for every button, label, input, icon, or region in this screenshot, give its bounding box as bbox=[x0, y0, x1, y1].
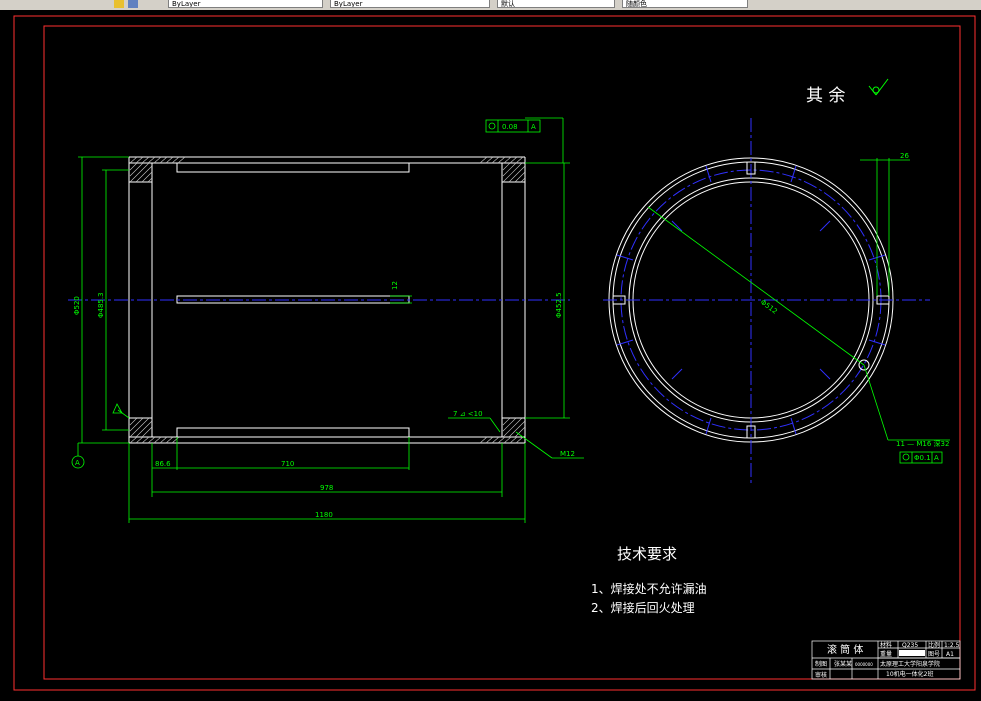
weld-note: 7 ⊿ <10 bbox=[453, 410, 483, 418]
requirement-1: 1、焊接处不允许漏油 bbox=[591, 581, 707, 596]
right-dim-texts: 26 Φ512 11 — M16 深32 Φ0.1 A bbox=[759, 152, 950, 462]
position-tol-datum: A bbox=[934, 454, 939, 462]
left-dimensions bbox=[71, 117, 584, 523]
material-label: 材料 bbox=[880, 641, 892, 649]
dim-slot-width: 12 bbox=[391, 281, 399, 290]
dim-right-dia: Φ452.5 bbox=[555, 292, 563, 318]
title-block-texts: 滚 筒 体 材料 Q235 比例 1:2.5 重量 图号 A1 制图 张某某 0… bbox=[815, 641, 960, 679]
dim-inner-dia: Φ485.3 bbox=[97, 292, 105, 318]
sheet-label: 图号 bbox=[928, 651, 940, 658]
cad-drawing[interactable]: 其 余 0.08 A A Φ520 Φ485.3 Φ452.5 12 86.6 … bbox=[0, 10, 981, 697]
sheet-value: A1 bbox=[946, 651, 954, 658]
layer-previous-icon[interactable] bbox=[128, 0, 138, 8]
material-value: Q235 bbox=[902, 642, 918, 649]
designer-name: 张某某 bbox=[834, 660, 852, 668]
datum-a-label: A bbox=[75, 459, 80, 467]
thread-note-m12: M12 bbox=[560, 450, 575, 458]
dim-86-6: 86.6 bbox=[155, 460, 171, 468]
drawing-canvas[interactable]: 其 余 0.08 A A Φ520 Φ485.3 Φ452.5 12 86.6 … bbox=[0, 10, 981, 697]
reviewer-label: 审核 bbox=[815, 671, 827, 679]
dim-outer-dia: Φ520 bbox=[73, 296, 81, 315]
roughness-symbol-icon bbox=[868, 78, 889, 96]
dim-710: 710 bbox=[281, 460, 294, 468]
layer-combobox[interactable]: ByLayer bbox=[168, 0, 323, 8]
part-name: 滚 筒 体 bbox=[827, 643, 863, 656]
lineweight-combobox[interactable]: 默认 bbox=[497, 0, 615, 8]
scale-value: 1:2.5 bbox=[944, 642, 960, 649]
right-dimensions bbox=[647, 158, 950, 464]
flatness-datum: A bbox=[531, 123, 536, 131]
plotstyle-combobox[interactable]: 随颜色 bbox=[622, 0, 748, 8]
dim-26: 26 bbox=[900, 152, 909, 160]
roughness-note: 其 余 bbox=[806, 86, 845, 106]
class-name: 10机电一体化2班 bbox=[886, 670, 933, 678]
position-tol-value: Φ0.1 bbox=[914, 454, 931, 462]
designer-label: 制图 bbox=[815, 660, 827, 668]
outer-frame bbox=[13, 15, 976, 691]
layer-state-icon[interactable] bbox=[114, 0, 124, 8]
drawing-id: 0000000 bbox=[855, 662, 873, 667]
scale-label: 比例 bbox=[928, 641, 940, 649]
school-name: 太原理工大学阳泉学院 bbox=[880, 660, 940, 668]
weight-field-fill bbox=[899, 650, 925, 656]
requirements-title: 技术要求 bbox=[617, 545, 677, 563]
dim-1180: 1180 bbox=[315, 511, 333, 519]
linetype-combobox[interactable]: ByLayer bbox=[330, 0, 490, 8]
hole-note: 11 — M16 深32 bbox=[896, 439, 949, 448]
weight-label: 重量 bbox=[880, 650, 892, 658]
flatness-value: 0.08 bbox=[502, 123, 518, 131]
requirement-2: 2、焊接后回火处理 bbox=[591, 600, 695, 615]
dim-978: 978 bbox=[320, 484, 333, 492]
